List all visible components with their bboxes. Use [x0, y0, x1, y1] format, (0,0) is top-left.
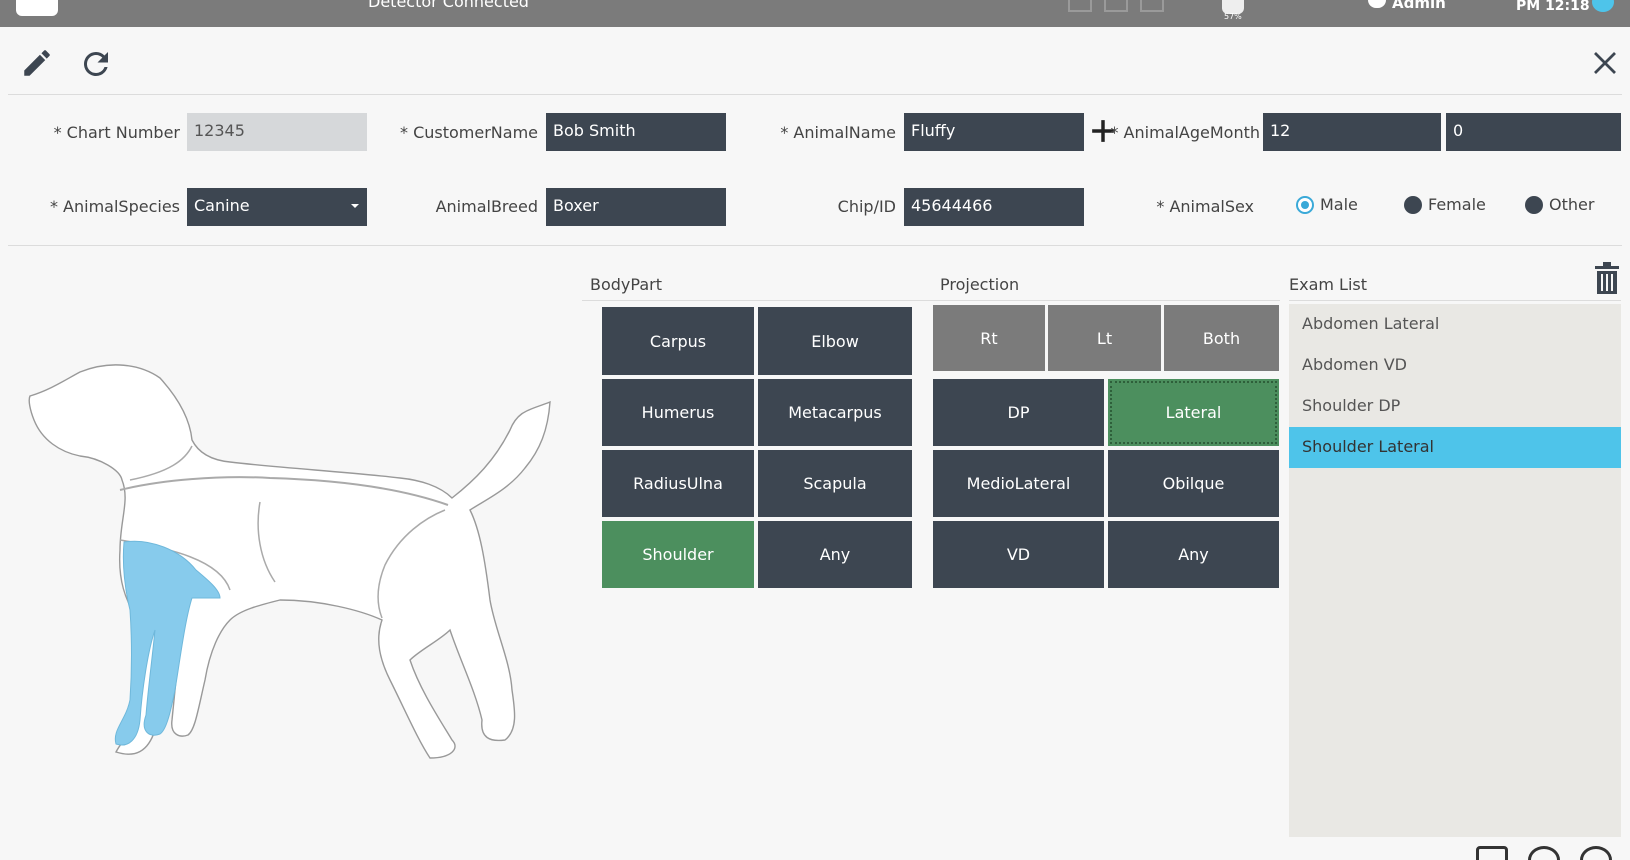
radio-unselected-icon — [1525, 195, 1543, 214]
exam-list-header: Exam List — [1289, 275, 1368, 294]
animal-breed-field[interactable]: Boxer — [546, 188, 726, 226]
divider — [8, 245, 1622, 246]
animal-sex-label: * AnimalSex — [1156, 197, 1254, 216]
bodypart-elbow-button[interactable]: Elbow — [758, 307, 912, 375]
battery-percent: 57% — [1224, 12, 1242, 21]
status-icons — [1068, 0, 1164, 14]
animal-species-select[interactable]: Canine — [187, 188, 367, 226]
chart-number-label: * Chart Number — [53, 123, 180, 142]
radio-selected-icon — [1296, 195, 1314, 214]
animal-species-value: Canine — [194, 196, 250, 215]
projection-lateral-button[interactable]: Lateral — [1108, 379, 1279, 446]
divider — [930, 300, 1280, 301]
projection-mediolateral-button[interactable]: MedioLateral — [933, 450, 1104, 517]
animal-species-label: * AnimalSpecies — [49, 197, 180, 216]
projection-both-button[interactable]: Both — [1164, 305, 1279, 371]
chart-number-field[interactable]: 12345 — [187, 113, 367, 151]
divider — [582, 300, 930, 301]
edit-button[interactable] — [20, 46, 54, 84]
projection-vd-button[interactable]: VD — [933, 521, 1104, 588]
projection-oblique-button[interactable]: Obilque — [1108, 450, 1279, 517]
status-icon — [1104, 0, 1128, 12]
pencil-icon — [24, 50, 50, 76]
bodypart-carpus-button[interactable]: Carpus — [602, 307, 754, 375]
animal-name-field[interactable]: Fluffy — [904, 113, 1084, 151]
radio-unselected-icon — [1404, 195, 1422, 214]
projection-any-button[interactable]: Any — [1108, 521, 1279, 588]
divider — [8, 94, 1622, 95]
detector-status: Detector Connected — [368, 0, 529, 11]
projection-rt-button[interactable]: Rt — [933, 305, 1045, 371]
refresh-button[interactable] — [78, 46, 114, 86]
projection-lt-button[interactable]: Lt — [1048, 305, 1161, 371]
exam-list: Abdomen Lateral Abdomen VD Shoulder DP S… — [1289, 304, 1621, 837]
dog-body-diagram[interactable] — [20, 360, 560, 780]
bodypart-radiusulna-button[interactable]: RadiusUlna — [602, 450, 754, 517]
search-icon[interactable] — [1528, 846, 1560, 860]
close-icon — [1594, 52, 1616, 74]
clock: PM 12:18 — [1516, 0, 1590, 14]
app-logo — [16, 0, 58, 16]
animal-age-label: * AnimalAgeMonth — [1110, 123, 1260, 142]
projection-dp-button[interactable]: DP — [933, 379, 1104, 446]
refresh-icon — [83, 51, 108, 76]
sex-radio-other[interactable]: Other — [1525, 195, 1594, 214]
sex-option-label: Female — [1428, 195, 1486, 214]
user-icon — [1368, 0, 1386, 8]
sex-option-label: Male — [1320, 195, 1358, 214]
bodypart-header: BodyPart — [590, 275, 662, 294]
trash-icon — [1595, 262, 1619, 294]
user-name: Admin — [1392, 0, 1446, 12]
animal-age-second-field[interactable]: 0 — [1446, 113, 1621, 151]
bottom-toolbar — [1476, 846, 1612, 860]
chip-id-label: Chip/ID — [837, 197, 896, 216]
bodypart-scapula-button[interactable]: Scapula — [758, 450, 912, 517]
bodypart-any-button[interactable]: Any — [758, 521, 912, 588]
delete-button[interactable] — [1594, 262, 1620, 298]
customer-name-label: * CustomerName — [399, 123, 538, 142]
animal-breed-label: AnimalBreed — [435, 197, 538, 216]
bodypart-shoulder-button[interactable]: Shoulder — [602, 521, 754, 588]
bodypart-humerus-button[interactable]: Humerus — [602, 379, 754, 446]
close-button[interactable] — [1590, 48, 1620, 82]
customer-name-field[interactable]: Bob Smith — [546, 113, 726, 151]
status-bar: Detector Connected 57% Admin PM 12:18 — [0, 0, 1630, 27]
sex-option-label: Other — [1549, 195, 1595, 214]
sex-radio-male[interactable]: Male — [1296, 195, 1358, 214]
status-icon — [1140, 0, 1164, 12]
exam-list-item[interactable]: Shoulder DP — [1289, 386, 1621, 427]
projection-header: Projection — [940, 275, 1020, 294]
animal-age-month-field[interactable]: 12 — [1263, 113, 1441, 151]
exam-list-item[interactable]: Shoulder Lateral — [1289, 427, 1621, 468]
save-icon[interactable] — [1476, 846, 1508, 860]
bodypart-metacarpus-button[interactable]: Metacarpus — [758, 379, 912, 446]
play-icon[interactable] — [1580, 846, 1612, 860]
dog-outline — [28, 364, 551, 759]
sex-radio-female[interactable]: Female — [1404, 195, 1486, 214]
chip-id-field[interactable]: 45644466 — [904, 188, 1084, 226]
divider — [1289, 300, 1621, 301]
exam-list-item[interactable]: Abdomen VD — [1289, 345, 1621, 386]
animal-name-label: * AnimalName — [780, 123, 896, 142]
avatar[interactable] — [1592, 0, 1614, 12]
chevron-down-icon — [351, 204, 359, 208]
status-icon — [1068, 0, 1092, 12]
exam-list-item[interactable]: Abdomen Lateral — [1289, 304, 1621, 345]
